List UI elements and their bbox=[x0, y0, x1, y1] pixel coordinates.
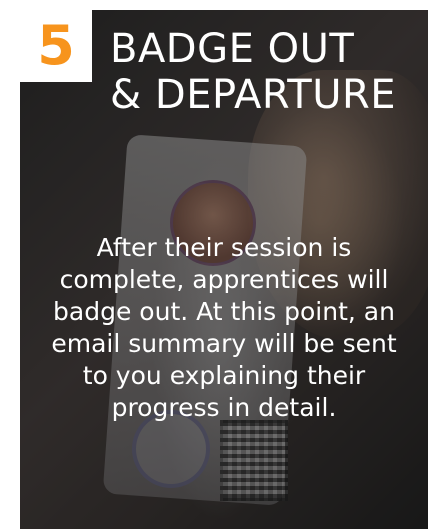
step-number-box: 5 bbox=[20, 10, 92, 82]
step-number: 5 bbox=[37, 14, 75, 77]
step-card: 5 BADGE OUT & DEPARTURE After their sess… bbox=[20, 10, 428, 529]
step-description: After their session is complete, apprent… bbox=[51, 233, 397, 422]
step-title-line-1: BADGE OUT bbox=[110, 26, 355, 72]
step-title: BADGE OUT & DEPARTURE bbox=[110, 26, 420, 118]
step-title-line-2: & DEPARTURE bbox=[110, 72, 397, 118]
